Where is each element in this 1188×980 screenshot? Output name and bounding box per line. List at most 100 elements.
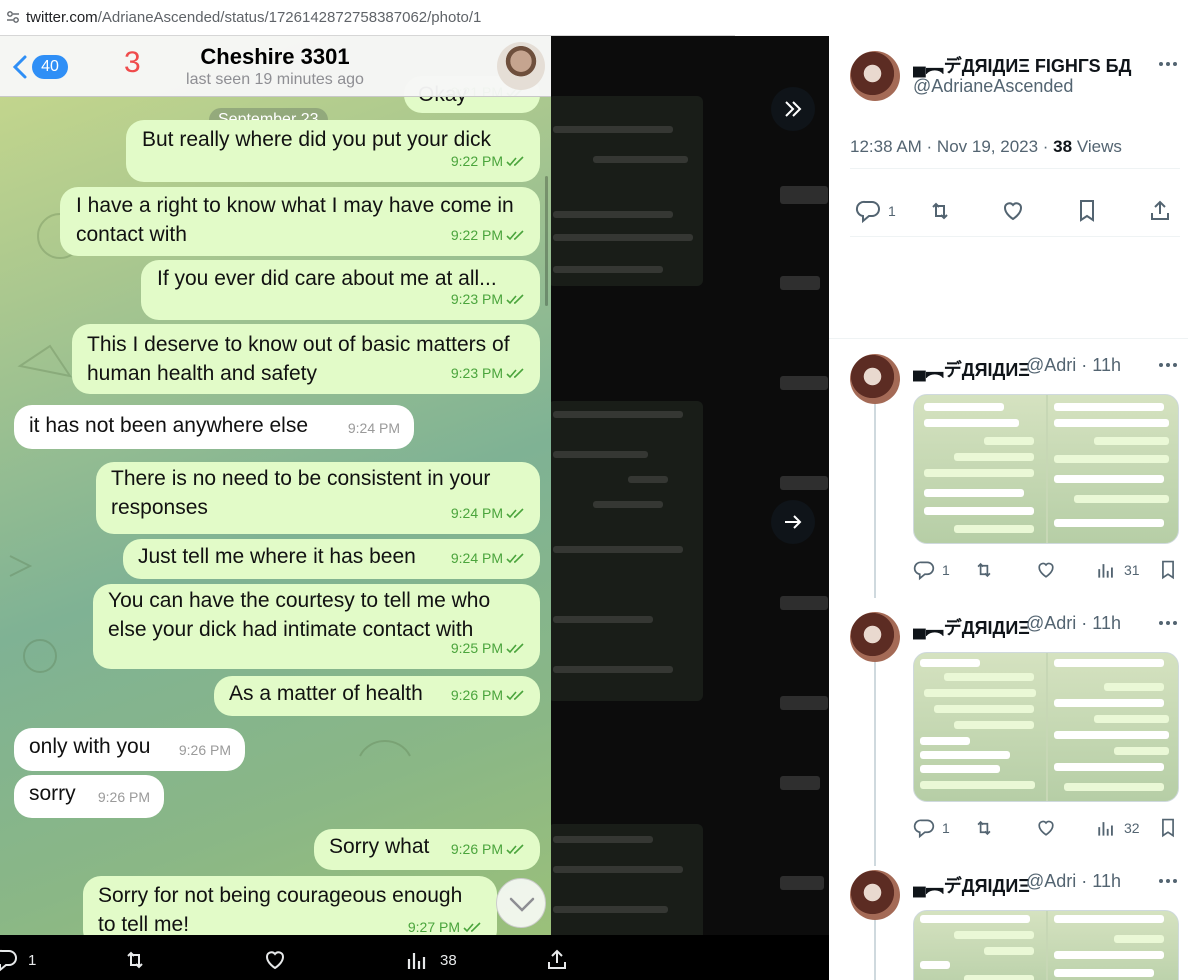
more-options-icon[interactable] (1157, 612, 1179, 634)
back-button[interactable]: 40 (10, 52, 68, 84)
reply-image[interactable] (913, 910, 1179, 980)
reply-icon (0, 949, 17, 972)
unread-count: 3 (124, 46, 141, 79)
author-display-name[interactable]: ▄︻デДЯIДИΞ FIGHΓS БД (913, 52, 1131, 78)
reply-count: 1 (942, 562, 950, 578)
contact-name[interactable]: Cheshire 3301 (170, 44, 380, 70)
read-ticks-icon (506, 156, 524, 167)
collapse-sidebar-button[interactable] (771, 87, 815, 131)
analytics-icon (1098, 564, 1113, 578)
more-options-icon[interactable] (1157, 870, 1179, 892)
message-time: 9:22 PM (451, 221, 526, 250)
reply-button[interactable]: 1 (913, 559, 950, 581)
views-button[interactable]: 31 (1095, 559, 1140, 581)
address-bar[interactable]: twitter.com/AdrianeAscended/status/17261… (0, 0, 1188, 36)
chat-scrollbar[interactable] (545, 176, 548, 306)
divider (850, 168, 1180, 169)
chat-message: I have a right to know what I may have c… (60, 187, 540, 256)
divider (850, 236, 1180, 237)
retweet-icon (977, 562, 991, 578)
like-button[interactable] (262, 947, 288, 973)
like-button[interactable] (1035, 817, 1057, 839)
reply-avatar[interactable] (850, 870, 900, 920)
reply-avatar[interactable] (850, 354, 900, 404)
share-button[interactable] (544, 947, 570, 973)
chevron-left-icon (12, 55, 27, 79)
reply-actions: 1 31 (913, 559, 1179, 585)
retweet-button[interactable] (973, 559, 995, 581)
bookmark-button[interactable] (1157, 817, 1179, 839)
reply-handle[interactable]: @Adri · 11h (1026, 871, 1121, 892)
url-text[interactable]: twitter.com/AdrianeAscended/status/17261… (26, 9, 481, 26)
reply-handle[interactable]: @Adri · 11h (1026, 355, 1121, 376)
read-ticks-icon (506, 643, 524, 654)
like-button[interactable] (1035, 559, 1057, 581)
reply-button[interactable]: 1 (855, 198, 896, 224)
contact-avatar[interactable] (497, 42, 545, 90)
message-text: it has not been anywhere else (29, 414, 309, 437)
retweet-button[interactable] (122, 947, 148, 973)
contact-status: last seen 19 minutes ago (186, 71, 364, 88)
views-button[interactable]: 32 (1095, 817, 1140, 839)
tweet-actions: 1 (829, 191, 1188, 231)
chat-header: 40 3 Cheshire 3301 last seen 19 minutes … (0, 36, 551, 97)
url-path: /AdrianeAscended/status/1726142872758387… (97, 9, 482, 26)
message-time: 9:26 PM (451, 681, 526, 710)
author-avatar[interactable] (850, 51, 900, 101)
reply-button[interactable]: 1 (913, 817, 950, 839)
message-time: 9:23 PM (451, 359, 526, 388)
bookmark-button[interactable] (1074, 198, 1100, 224)
views-count: 38 (440, 951, 457, 969)
message-time: 9:25 PM (451, 634, 526, 663)
chat-message: it has not been anywhere else 9:24 PM (14, 405, 414, 449)
retweet-button[interactable] (973, 817, 995, 839)
message-time: 9:22 PM (451, 147, 526, 176)
heart-icon (1004, 202, 1022, 221)
reply-button[interactable]: 1 (0, 947, 36, 973)
share-button[interactable] (1147, 198, 1173, 224)
message-time: 9:24 PM (451, 499, 526, 528)
photo-viewer: Okay9:21 PM September 23 But really wher… (0, 36, 829, 980)
views-count: 38 (1053, 137, 1073, 156)
read-ticks-icon (506, 368, 524, 379)
reply-avatar[interactable] (850, 612, 900, 662)
arrow-right-icon (785, 515, 802, 529)
reply-icon (913, 561, 935, 581)
views-count: 31 (1124, 562, 1140, 578)
message-time: 9:26 PM (178, 742, 231, 758)
reply-image[interactable] (913, 394, 1179, 544)
reply-handle[interactable]: @Adri · 11h (1026, 613, 1121, 634)
site-settings-icon[interactable] (6, 10, 20, 24)
background-sidebar-ghost (780, 176, 829, 936)
like-button[interactable] (1000, 198, 1026, 224)
reply-display-name[interactable]: ▄︻デДЯIДИΞ (913, 614, 1030, 640)
analytics-icon (407, 953, 426, 969)
share-icon (548, 949, 566, 969)
chat-message: only with you 9:26 PM (14, 728, 245, 771)
more-options-icon[interactable] (1157, 53, 1179, 75)
telegram-screenshot[interactable]: Okay9:21 PM September 23 But really wher… (0, 36, 551, 935)
chat-message: Just tell me where it has been 9:24 PM (123, 539, 540, 579)
reply-display-name[interactable]: ▄︻デДЯIДИΞ (913, 872, 1030, 898)
reply-icon (855, 200, 880, 224)
tweet-timestamp[interactable]: 12:38 AM · Nov 19, 2023 · 38 Views (850, 137, 1122, 157)
author-handle[interactable]: @AdrianeAscended (913, 76, 1073, 97)
chat-message: If you ever did care about me at all... 9… (141, 260, 540, 320)
views-button[interactable]: 38 (404, 947, 457, 973)
read-ticks-icon (463, 922, 481, 933)
chat-message: Sorry for not being courageous enough to… (83, 876, 497, 935)
bookmark-button[interactable] (1157, 559, 1179, 581)
scroll-to-bottom-button[interactable] (496, 878, 546, 928)
retweet-button[interactable] (927, 198, 953, 224)
reply-display-name[interactable]: ▄︻デДЯIДИΞ (913, 356, 1030, 382)
share-icon (1151, 200, 1169, 220)
retweet-icon (932, 202, 948, 220)
chat-message: This I deserve to know out of basic matt… (72, 324, 540, 394)
analytics-icon (1098, 822, 1113, 836)
message-time: 9:26 PM (451, 835, 526, 864)
read-ticks-icon (506, 553, 524, 564)
reply-image[interactable] (913, 652, 1179, 802)
next-photo-button[interactable] (771, 500, 815, 544)
heart-icon (266, 951, 284, 970)
more-options-icon[interactable] (1157, 354, 1179, 376)
